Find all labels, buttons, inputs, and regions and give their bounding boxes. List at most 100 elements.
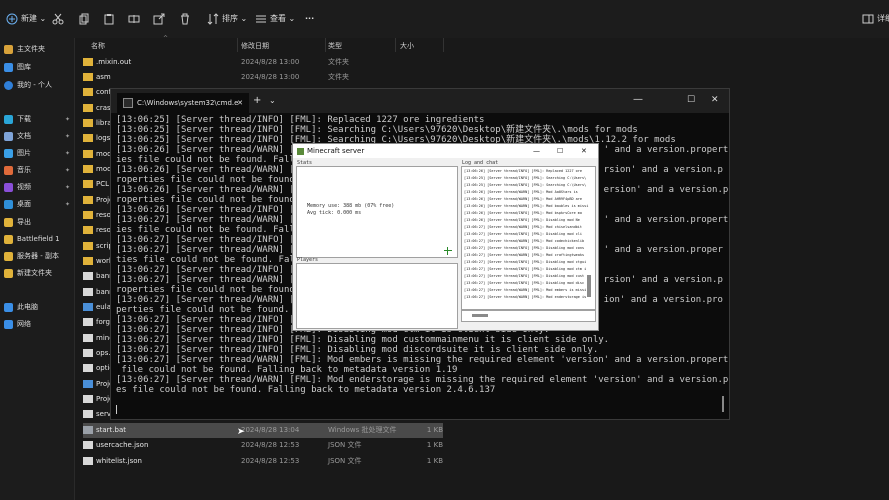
sidebar-item-label: Battlefield 1 (17, 235, 60, 243)
terminal-line: roperties file could not be found. F (116, 175, 312, 185)
column-divider (443, 38, 444, 52)
new-button[interactable]: 新建 ⌄ (6, 10, 46, 28)
sidebar-item-gallery[interactable]: 图库 (4, 60, 72, 75)
minecraft-server-titlebar[interactable]: Minecraft server — ☐ ✕ (293, 144, 598, 158)
file-type: JSON 文件 (328, 441, 362, 449)
log-line: [13:06:26] [Server thread/INFO] [FML]: M… (464, 211, 583, 215)
scrollbar-thumb[interactable] (722, 396, 724, 412)
command-input[interactable] (461, 310, 596, 322)
sidebar-item-server-copy[interactable]: 服务器 - 副本 (4, 249, 72, 264)
sidebar-item-battlefield[interactable]: Battlefield 1 (4, 232, 72, 247)
maximize-button[interactable]: ☐ (557, 144, 563, 158)
file-date: 2024/8/28 12:53 (241, 457, 300, 465)
file-icon (83, 380, 93, 388)
avg-tick-text: Avg tick: 0.000 ms (307, 210, 362, 216)
minimize-button[interactable]: — (533, 144, 540, 158)
close-button[interactable]: ✕ (581, 144, 587, 158)
file-icon (83, 334, 93, 342)
column-header-type[interactable]: 类型 (328, 41, 342, 51)
column-header-date[interactable]: 修改日期 (241, 41, 269, 51)
file-name: whitelist.json (96, 457, 142, 465)
file-date: 2024/8/28 12:53 (241, 441, 300, 449)
file-type: JSON 文件 (328, 457, 362, 465)
log-line: [13:06:26] [Server thread/INFO] [FML]: R… (464, 169, 583, 173)
terminal-tab[interactable]: C:\Windows\system32\cmd.e ✕ (117, 93, 249, 113)
chevron-up-icon: ^ (163, 35, 169, 42)
delete-button[interactable] (179, 10, 194, 28)
sidebar-item-videos[interactable]: 视频 ✦ (4, 180, 72, 195)
sidebar-item-label: 音乐 (17, 166, 31, 174)
new-tab-button[interactable]: + (253, 93, 261, 109)
minecraft-server-window[interactable]: Minecraft server — ☐ ✕ Stats Memory use:… (292, 143, 599, 331)
minimize-button[interactable]: — (633, 93, 643, 107)
terminal-line: ies file could not be found. Falling (116, 155, 312, 165)
file-size: 1 KB (426, 441, 443, 449)
share-button[interactable] (153, 10, 168, 28)
close-tab-icon[interactable]: ✕ (237, 93, 243, 113)
file-row[interactable]: .mixin.out 2024/8/28 13:00 文件夹 (83, 55, 443, 70)
file-icon (83, 318, 93, 326)
file-type: 文件夹 (328, 58, 349, 66)
tick-graph-marker (444, 250, 452, 251)
close-button[interactable]: ✕ (711, 93, 719, 107)
column-header-size[interactable]: 大小 (400, 41, 414, 51)
more-button[interactable]: ··· (305, 10, 314, 28)
column-header-name[interactable]: 名称 (91, 41, 105, 51)
log-line: [13:06:27] [Server thread/WARN] [FML]: M… (464, 239, 585, 243)
view-button[interactable]: 查看 ⌄ (255, 10, 295, 28)
text-cursor (116, 405, 117, 414)
plus-icon (6, 13, 18, 25)
json-file-icon (83, 441, 93, 449)
paste-button[interactable] (103, 10, 118, 28)
folder-icon (83, 257, 93, 265)
folder-icon (83, 88, 93, 96)
sidebar-item-home[interactable]: 主文件夹 (4, 42, 72, 57)
log-line: [13:06:26] [Server thread/WARN] [FML]: M… (464, 204, 589, 208)
log-line: [13:06:27] [Server thread/WARN] [FML]: M… (464, 225, 583, 229)
sidebar-item-desktop[interactable]: 桌面 ✦ (4, 197, 72, 212)
maximize-button[interactable]: ☐ (687, 93, 695, 107)
terminal-titlebar[interactable]: C:\Windows\system32\cmd.e ✕ + ⌄ — ☐ ✕ (111, 89, 729, 113)
details-button[interactable]: 详细 (862, 10, 889, 28)
file-row[interactable]: usercache.json 2024/8/28 12:53 JSON 文件 1… (83, 438, 443, 453)
sidebar-item-export[interactable]: 导出 (4, 215, 72, 230)
sidebar-item-documents[interactable]: 文档 ✦ (4, 129, 72, 144)
folder-icon (4, 234, 13, 244)
log-line: [13:06:27] [Server thread/WARN] [FML]: M… (464, 288, 587, 292)
sidebar-item-label: 主文件夹 (17, 45, 45, 53)
copy-button[interactable] (78, 10, 93, 28)
gallery-icon (4, 62, 13, 72)
terminal-line: ies file could not be found. Falling (116, 225, 312, 235)
trash-icon (179, 13, 191, 25)
file-row[interactable]: asm 2024/8/28 13:00 文件夹 (83, 70, 443, 85)
sort-button[interactable]: 排序 ⌄ (207, 10, 247, 28)
file-icon (83, 303, 93, 311)
folder-icon (83, 211, 93, 219)
log-line: [13:06:25] [Server thread/INFO] [FML]: S… (464, 183, 587, 187)
sidebar-item-network[interactable]: 网络 (4, 317, 72, 332)
file-row[interactable]: whitelist.json 2024/8/28 12:53 JSON 文件 1… (83, 454, 443, 469)
log-panel[interactable]: [13:06:26] [Server thread/INFO] [FML]: R… (461, 166, 596, 310)
sort-icon (207, 12, 219, 25)
hscroll-thumb[interactable] (472, 314, 488, 317)
terminal-line: [13:06:25] [Server thread/INFO] [FML]: S… (116, 125, 638, 135)
pin-icon: ✦ (64, 150, 70, 157)
details-label: 详细 (877, 14, 889, 23)
pin-icon: ✦ (64, 184, 70, 191)
log-scrollbar-thumb[interactable] (587, 275, 591, 297)
cut-button[interactable] (52, 10, 67, 28)
sidebar-item-label: 服务器 - 副本 (17, 252, 59, 260)
rename-button[interactable] (128, 10, 143, 28)
sidebar-item-pictures[interactable]: 图片 ✦ (4, 146, 72, 161)
sidebar-item-onedrive[interactable]: 我的 - 个人 (4, 78, 72, 93)
folder-icon (4, 268, 13, 278)
file-icon (83, 349, 93, 357)
players-list[interactable] (296, 263, 458, 329)
sidebar-item-downloads[interactable]: 下载 ✦ (4, 112, 72, 127)
file-row-selected[interactable]: start.bat 2024/8/28 13:04 Windows 批处理文件 … (83, 423, 443, 438)
sidebar-item-music[interactable]: 音乐 ✦ (4, 163, 72, 178)
chevron-down-icon[interactable]: ⌄ (269, 93, 276, 109)
sidebar-item-new-folder[interactable]: 新建文件夹 (4, 266, 72, 281)
network-icon (4, 319, 13, 329)
sidebar-item-this-pc[interactable]: 此电脑 (4, 300, 72, 315)
